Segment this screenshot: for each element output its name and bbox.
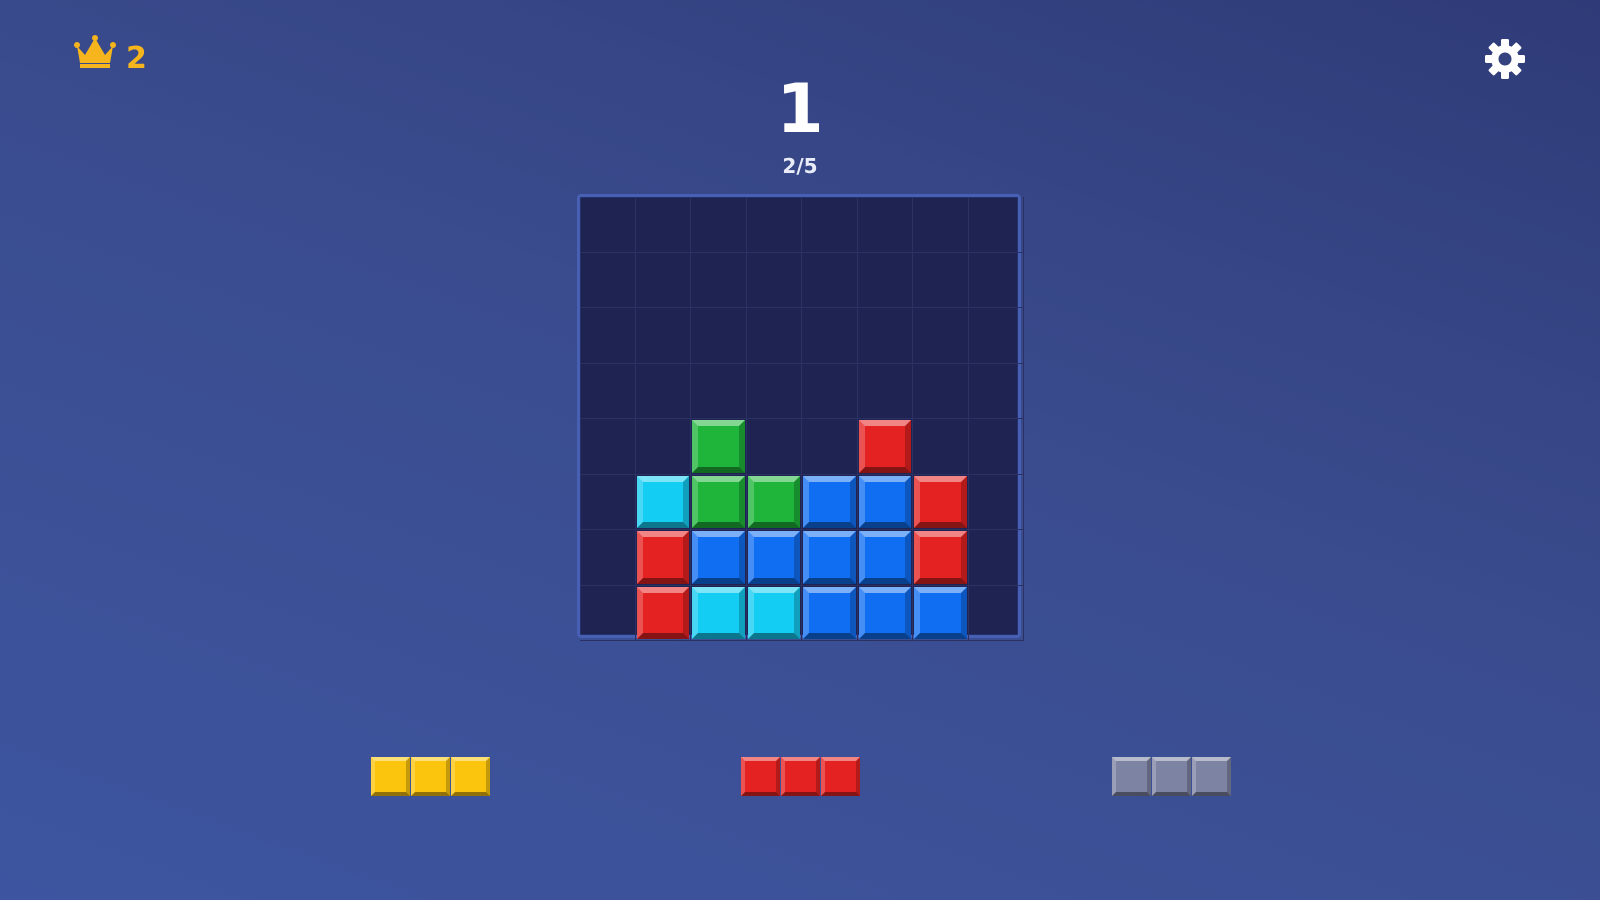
block-blue	[914, 586, 967, 639]
board-cell	[802, 363, 858, 419]
board-cell	[913, 197, 969, 253]
piece-block	[780, 757, 820, 796]
gear-icon	[1485, 39, 1525, 79]
block-cyan	[747, 586, 800, 639]
game-board[interactable]	[577, 194, 1024, 641]
board-cell	[968, 197, 1024, 253]
board-cell	[968, 585, 1024, 641]
block-red	[858, 420, 911, 473]
board-cell	[580, 308, 636, 364]
board-cell	[857, 252, 913, 308]
block-blue	[692, 531, 745, 584]
piece-block	[1191, 757, 1231, 796]
block-cyan	[636, 475, 689, 528]
best-score-value: 2	[126, 40, 147, 76]
block-cyan	[692, 586, 745, 639]
board-cell	[580, 419, 636, 475]
board-cell	[802, 419, 858, 475]
board-cell	[746, 419, 802, 475]
piece-block	[1111, 757, 1151, 796]
block-green	[692, 475, 745, 528]
board-cell	[580, 252, 636, 308]
board-cell	[635, 419, 691, 475]
board-cell	[913, 363, 969, 419]
block-blue	[858, 531, 911, 584]
best-score: 2	[74, 30, 147, 76]
block-blue	[803, 586, 856, 639]
piece-block	[740, 757, 780, 796]
board-cell	[857, 363, 913, 419]
block-blue	[747, 531, 800, 584]
board-cell	[968, 363, 1024, 419]
block-red	[636, 586, 689, 639]
board-cell	[580, 363, 636, 419]
board-cell	[913, 419, 969, 475]
board-cell	[691, 363, 747, 419]
block-green	[692, 420, 745, 473]
board-cell	[746, 197, 802, 253]
block-red	[636, 531, 689, 584]
board-cell	[691, 252, 747, 308]
board-cell	[968, 252, 1024, 308]
board-cell	[635, 197, 691, 253]
piece-yellow-3[interactable]	[370, 757, 491, 796]
board-cell	[857, 308, 913, 364]
board-cell	[968, 530, 1024, 586]
block-red	[914, 475, 967, 528]
piece-gray-3[interactable]	[1111, 757, 1232, 796]
board-cell	[746, 363, 802, 419]
piece-block	[1151, 757, 1191, 796]
piece-block	[370, 757, 410, 796]
board-cell	[802, 197, 858, 253]
block-green	[747, 475, 800, 528]
crown-icon	[74, 35, 116, 68]
level-progress: 2/5	[782, 154, 818, 178]
board-cell	[802, 308, 858, 364]
board-cell	[691, 197, 747, 253]
board-cell	[746, 308, 802, 364]
block-red	[914, 531, 967, 584]
board-cell	[913, 252, 969, 308]
board-cell	[635, 363, 691, 419]
block-blue	[858, 475, 911, 528]
piece-block	[410, 757, 450, 796]
piece-block	[820, 757, 860, 796]
board-cell	[691, 308, 747, 364]
settings-button[interactable]	[1484, 38, 1526, 80]
piece-red-3[interactable]	[740, 757, 861, 796]
block-blue	[858, 586, 911, 639]
block-blue	[803, 531, 856, 584]
board-cell	[580, 530, 636, 586]
board-cell	[580, 585, 636, 641]
board-cell	[857, 197, 913, 253]
board-cell	[580, 474, 636, 530]
piece-block	[450, 757, 490, 796]
current-score: 1	[776, 70, 824, 149]
board-cell	[968, 474, 1024, 530]
board-cell	[635, 252, 691, 308]
block-blue	[803, 475, 856, 528]
board-cell	[635, 308, 691, 364]
board-cell	[580, 197, 636, 253]
board-cell	[746, 252, 802, 308]
board-cell	[968, 308, 1024, 364]
board-cell	[802, 252, 858, 308]
board-cell	[913, 308, 969, 364]
board-cell	[968, 419, 1024, 475]
